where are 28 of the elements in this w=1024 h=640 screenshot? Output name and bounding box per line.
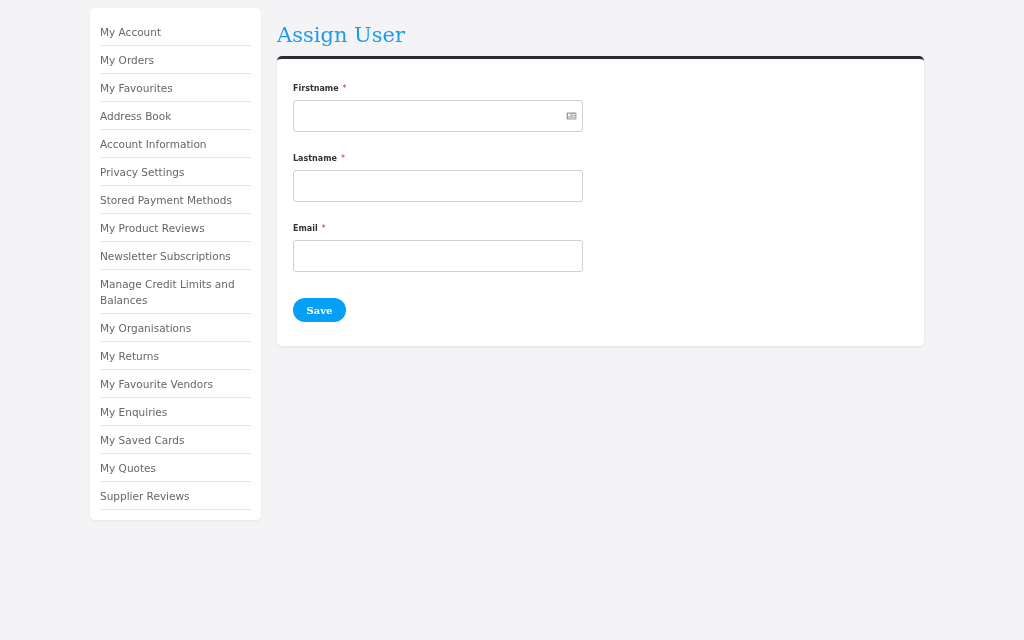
input-field[interactable]: [293, 240, 583, 272]
input-field[interactable]: [293, 170, 583, 202]
sidebar-item[interactable]: Account Information: [100, 130, 251, 158]
sidebar-item[interactable]: My Returns: [100, 342, 251, 370]
sidebar-item[interactable]: My Enquiries: [100, 398, 251, 426]
sidebar-item[interactable]: My Favourites: [100, 74, 251, 102]
required-mark: *: [321, 224, 326, 233]
sidebar-item[interactable]: My Account: [100, 18, 251, 46]
sidebar-item[interactable]: Privacy Settings: [100, 158, 251, 186]
sidebar-item[interactable]: Supplier Reviews: [100, 482, 251, 510]
sidebar-item[interactable]: Manage Credit Limits and Balances: [100, 270, 251, 314]
sidebar-item[interactable]: Address Book: [100, 102, 251, 130]
field-label: Lastname: [293, 154, 337, 163]
sidebar-item[interactable]: Stored Payment Methods: [100, 186, 251, 214]
required-mark: *: [342, 84, 347, 93]
field-label: Firstname: [293, 84, 339, 93]
input-field[interactable]: [293, 100, 583, 132]
sidebar-item[interactable]: My Saved Cards: [100, 426, 251, 454]
sidebar-item[interactable]: My Organisations: [100, 314, 251, 342]
sidebar-item[interactable]: Newsletter Subscriptions: [100, 242, 251, 270]
sidebar-item[interactable]: My Orders: [100, 46, 251, 74]
page-title: Assign User: [277, 23, 407, 47]
sidebar-item[interactable]: My Favourite Vendors: [100, 370, 251, 398]
sidebar-item[interactable]: My Quotes: [100, 454, 251, 482]
contact-card-icon[interactable]: [566, 112, 577, 120]
sidebar-item[interactable]: My Product Reviews: [100, 214, 251, 242]
required-mark: *: [340, 154, 345, 163]
field-label: Email: [293, 224, 318, 233]
